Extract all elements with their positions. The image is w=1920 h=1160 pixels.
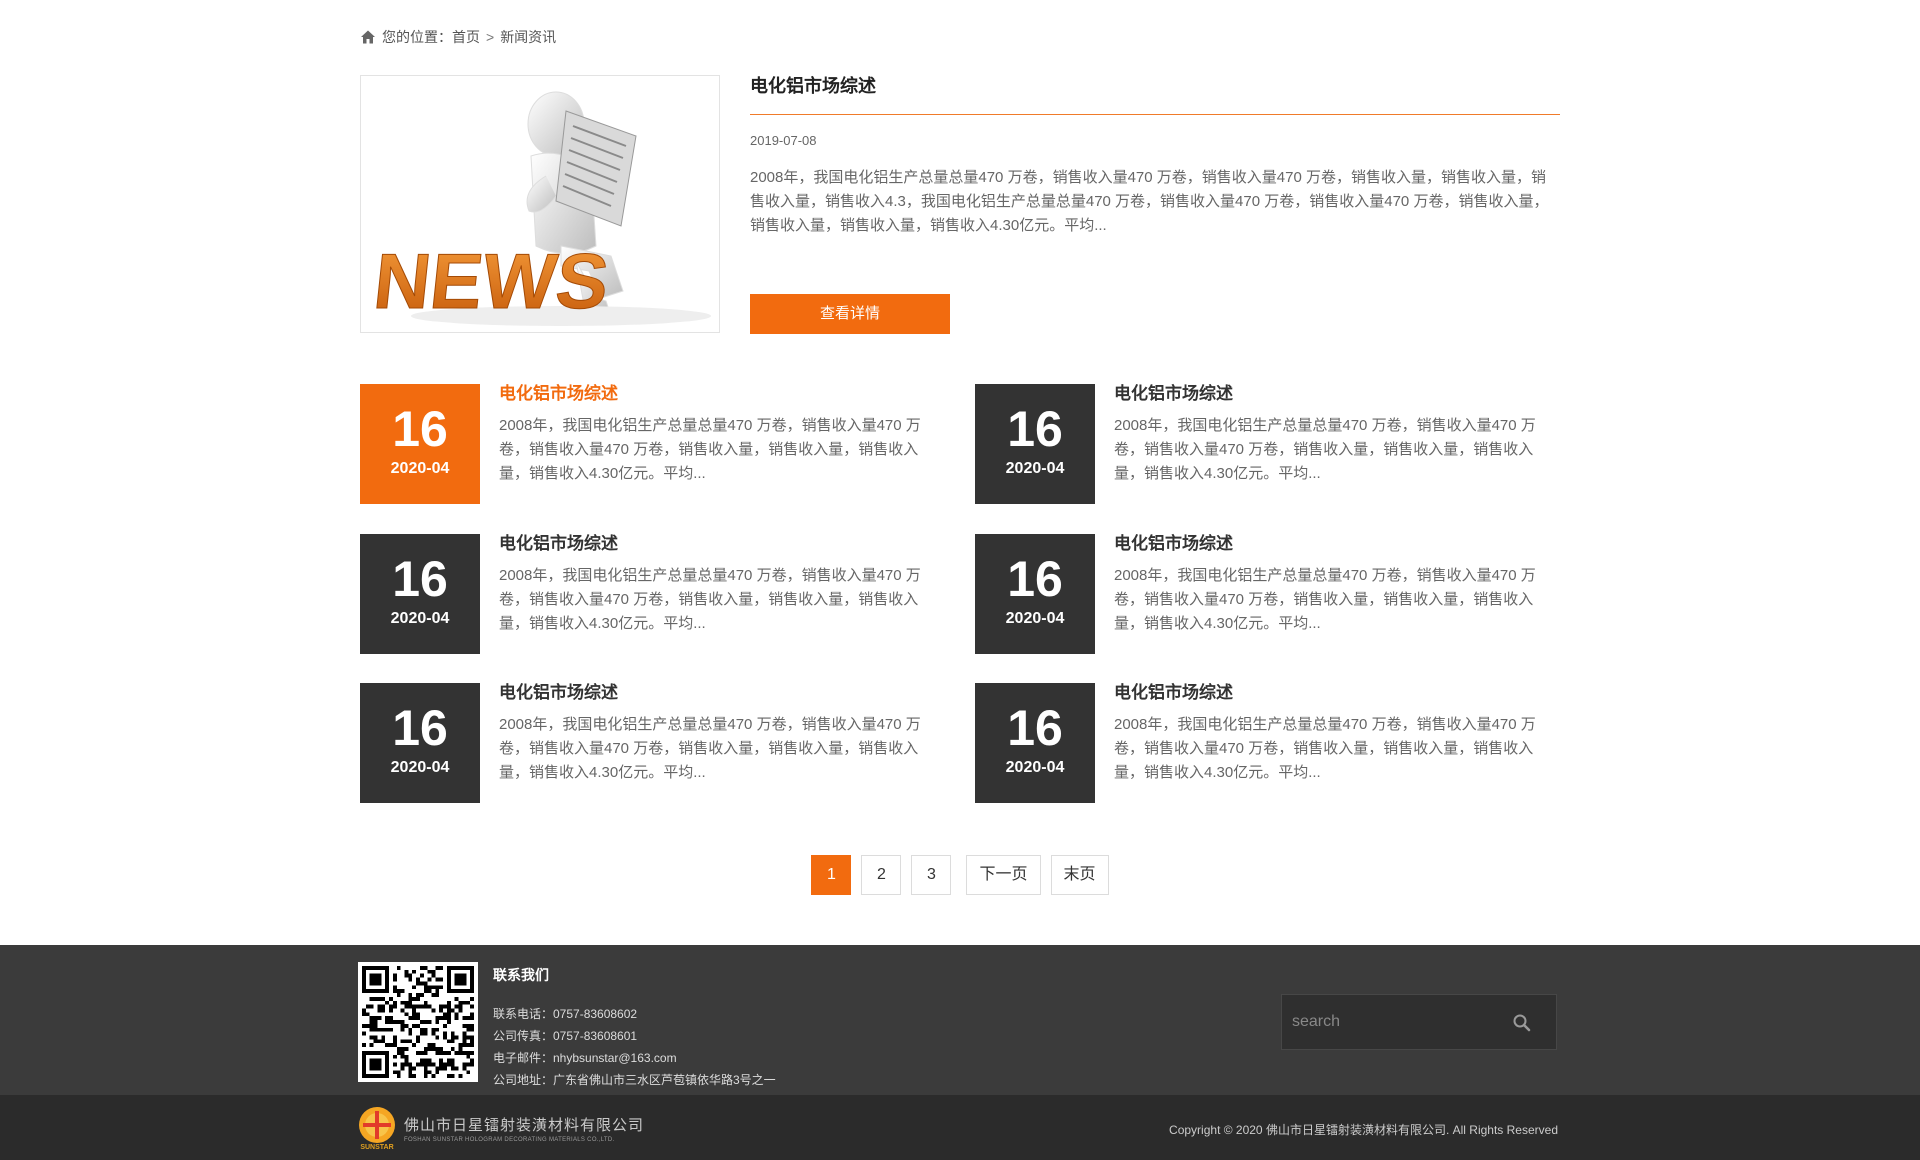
company-name-cn: 佛山市日星镭射装潢材料有限公司 <box>404 1116 645 1134</box>
date-day: 16 <box>392 401 448 457</box>
page-1-button[interactable]: 1 <box>811 855 852 895</box>
news-item[interactable]: 16 2020-04 电化铝市场综述 2008年，我国电化铝生产总量总量470 … <box>975 384 1565 504</box>
last-page-button[interactable]: 末页 <box>1050 855 1109 895</box>
news-description: 2008年，我国电化铝生产总量总量470 万卷，销售收入量470 万卷，销售收入… <box>1114 716 1536 781</box>
featured-image[interactable]: NEWS <box>360 75 720 333</box>
news-description: 2008年，我国电化铝生产总量总量470 万卷，销售收入量470 万卷，销售收入… <box>499 567 921 632</box>
date-day: 16 <box>392 551 448 607</box>
contact-email: 电子邮件：nhybsunstar@163.com <box>493 1051 677 1065</box>
date-year-month: 2020-04 <box>1005 460 1065 477</box>
news-illustration: NEWS <box>369 91 711 326</box>
date-badge: 16 2020-04 <box>360 384 480 504</box>
date-day: 16 <box>392 700 448 756</box>
news-description: 2008年，我国电化铝生产总量总量470 万卷，销售收入量470 万卷，销售收入… <box>1114 417 1536 482</box>
featured-title[interactable]: 电化铝市场综述 <box>750 75 1560 115</box>
news-title[interactable]: 电化铝市场综述 <box>499 534 939 554</box>
search-icon[interactable] <box>1512 1013 1532 1033</box>
date-day: 16 <box>1007 551 1063 607</box>
date-badge: 16 2020-04 <box>975 534 1095 654</box>
footer-contact: 联系我们 联系电话：0757-83608602 公司传真：0757-836086… <box>0 945 1920 1095</box>
qr-code <box>358 962 478 1082</box>
featured-description: 2008年，我国电化铝生产总量总量470 万卷，销售收入量470 万卷，销售收入… <box>750 169 1549 234</box>
breadcrumb-separator: > <box>486 29 495 45</box>
footer-bottom: SUNSTAR 佛山市日星镭射装潢材料有限公司 FOSHAN SUNSTAR H… <box>0 1095 1920 1160</box>
view-details-button[interactable]: 查看详情 <box>750 294 950 334</box>
copyright-text: Copyright © 2020 佛山市日星镭射装潢材料有限公司. All Ri… <box>1169 1123 1558 1137</box>
news-item[interactable]: 16 2020-04 电化铝市场综述 2008年，我国电化铝生产总量总量470 … <box>360 534 950 654</box>
news-title[interactable]: 电化铝市场综述 <box>1114 534 1554 554</box>
date-badge: 16 2020-04 <box>360 534 480 654</box>
news-item[interactable]: 16 2020-04 电化铝市场综述 2008年，我国电化铝生产总量总量470 … <box>975 534 1565 654</box>
news-title[interactable]: 电化铝市场综述 <box>499 384 939 404</box>
page-3-button[interactable]: 3 <box>911 855 952 895</box>
date-year-month: 2020-04 <box>390 610 450 627</box>
news-description: 2008年，我国电化铝生产总量总量470 万卷，销售收入量470 万卷，销售收入… <box>499 716 921 781</box>
page-2-button[interactable]: 2 <box>861 855 902 895</box>
date-year-month: 2020-04 <box>1005 610 1065 627</box>
contact-fax: 公司传真：0757-83608601 <box>493 1029 638 1043</box>
next-page-button[interactable]: 下一页 <box>966 855 1041 895</box>
contact-address: 公司地址：广东省佛山市三水区芦苞镇依华路3号之一 <box>493 1073 776 1087</box>
date-badge: 16 2020-04 <box>360 683 480 803</box>
news-description: 2008年，我国电化铝生产总量总量470 万卷，销售收入量470 万卷，销售收入… <box>499 417 921 482</box>
date-year-month: 2020-04 <box>390 759 450 776</box>
svg-text:NEWS: NEWS <box>370 237 613 325</box>
contact-phone: 联系电话：0757-83608602 <box>493 1007 638 1021</box>
breadcrumb-current[interactable]: 新闻资讯 <box>500 27 556 47</box>
search-input[interactable] <box>1282 995 1502 1049</box>
featured-date: 2019-07-08 <box>750 133 817 148</box>
date-year-month: 2020-04 <box>1005 759 1065 776</box>
date-day: 16 <box>1007 700 1063 756</box>
news-title[interactable]: 电化铝市场综述 <box>1114 683 1554 703</box>
news-item[interactable]: 16 2020-04 电化铝市场综述 2008年，我国电化铝生产总量总量470 … <box>360 683 950 803</box>
date-year-month: 2020-04 <box>390 460 450 477</box>
company-logo[interactable]: SUNSTAR 佛山市日星镭射装潢材料有限公司 FOSHAN SUNSTAR H… <box>356 1105 644 1151</box>
sunstar-logo-icon: SUNSTAR <box>359 1107 395 1151</box>
featured-news: NEWS 电化铝市场综述 2019-07-08 2008年，我国电化铝生产总量总… <box>360 75 1560 335</box>
news-description: 2008年，我国电化铝生产总量总量470 万卷，销售收入量470 万卷，销售收入… <box>1114 567 1536 632</box>
news-list: 16 2020-04 电化铝市场综述 2008年，我国电化铝生产总量总量470 … <box>360 384 1560 804</box>
news-item[interactable]: 16 2020-04 电化铝市场综述 2008年，我国电化铝生产总量总量470 … <box>360 384 950 504</box>
news-title[interactable]: 电化铝市场综述 <box>1114 384 1554 404</box>
news-item[interactable]: 16 2020-04 电化铝市场综述 2008年，我国电化铝生产总量总量470 … <box>975 683 1565 803</box>
home-icon <box>361 30 375 44</box>
pagination: 1 2 3 下一页 末页 <box>360 855 1560 895</box>
footer-search <box>1281 994 1557 1050</box>
date-badge: 16 2020-04 <box>975 384 1095 504</box>
company-name-en: FOSHAN SUNSTAR HOLOGRAM DECORATING MATER… <box>404 1136 615 1143</box>
breadcrumb: 您的位置： 首页 > 新闻资讯 <box>360 26 1560 48</box>
breadcrumb-prefix: 您的位置： <box>382 29 452 45</box>
news-title[interactable]: 电化铝市场综述 <box>499 683 939 703</box>
date-day: 16 <box>1007 401 1063 457</box>
svg-text:SUNSTAR: SUNSTAR <box>360 1144 393 1151</box>
date-badge: 16 2020-04 <box>975 683 1095 803</box>
breadcrumb-home-link[interactable]: 首页 <box>452 27 480 47</box>
contact-title: 联系我们 <box>493 967 549 983</box>
